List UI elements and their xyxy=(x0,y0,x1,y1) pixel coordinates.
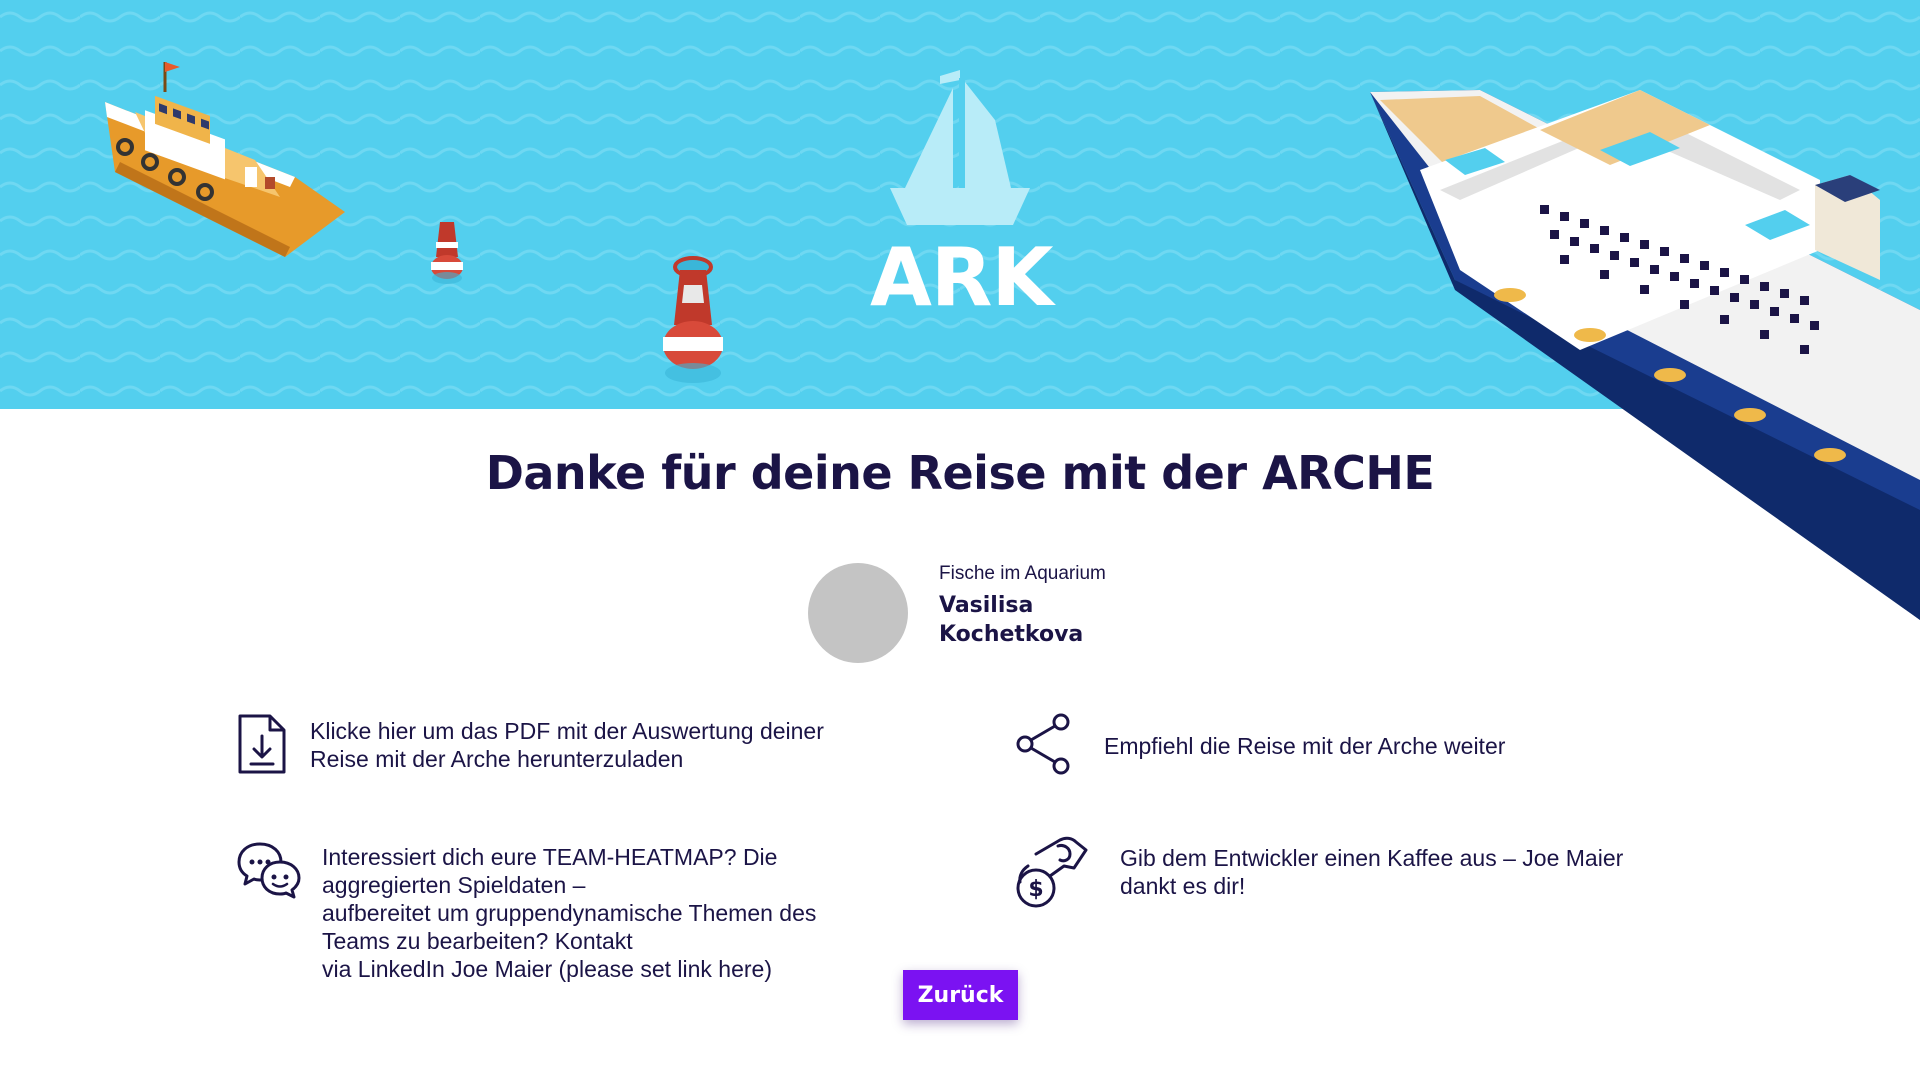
logo-text: ARK xyxy=(870,231,1054,324)
ark-logo: ARK xyxy=(870,70,1054,324)
team-heatmap-contact[interactable]: Interessiert dich eure TEAM-HEATMAP? Die… xyxy=(236,840,922,983)
large-buoy-illustration xyxy=(663,256,723,383)
share-label: Empfiehl die Reise mit der Arche weiter xyxy=(1104,733,1506,759)
player-info: Fische im Aquarium Vasilisa Kochetkova xyxy=(939,563,1106,649)
page-title: Danke für deine Reise mit der ARCHE xyxy=(485,446,1435,500)
donate-coffee-label: Gib dem Entwickler einen Kaffee aus – Jo… xyxy=(1120,845,1624,899)
player-name: Vasilisa Kochetkova xyxy=(939,593,1084,647)
share-link[interactable]: Empfiehl die Reise mit der Arche weiter xyxy=(1014,712,1664,776)
download-pdf-label: Klicke hier um das PDF mit der Auswertun… xyxy=(310,718,824,772)
svg-text:$: $ xyxy=(1028,877,1043,902)
small-buoy-illustration xyxy=(431,222,463,284)
player-team: Fische im Aquarium xyxy=(939,563,1106,584)
thank-you-page: ARK Danke für deine Reise mit der ARCHE … xyxy=(0,0,1920,1080)
donate-coffee-link[interactable]: $ Gib dem Entwickler einen Kaffee aus – … xyxy=(1014,836,1680,912)
chat-bubbles-icon xyxy=(237,842,301,899)
sailboat-icon xyxy=(890,70,1030,225)
tugboat-illustration xyxy=(105,62,345,257)
file-download-icon xyxy=(238,714,286,774)
cruise-ship-illustration xyxy=(1370,90,1920,620)
share-icon xyxy=(1016,713,1070,775)
hand-coin-icon: $ xyxy=(1016,836,1088,908)
download-pdf-link[interactable]: Klicke hier um das PDF mit der Auswertun… xyxy=(236,712,910,776)
avatar xyxy=(808,563,908,663)
back-button[interactable]: Zurück xyxy=(903,970,1018,1020)
team-heatmap-label: Interessiert dich eure TEAM-HEATMAP? Die… xyxy=(322,844,817,982)
player-card: Fische im Aquarium Vasilisa Kochetkova xyxy=(808,563,1106,663)
